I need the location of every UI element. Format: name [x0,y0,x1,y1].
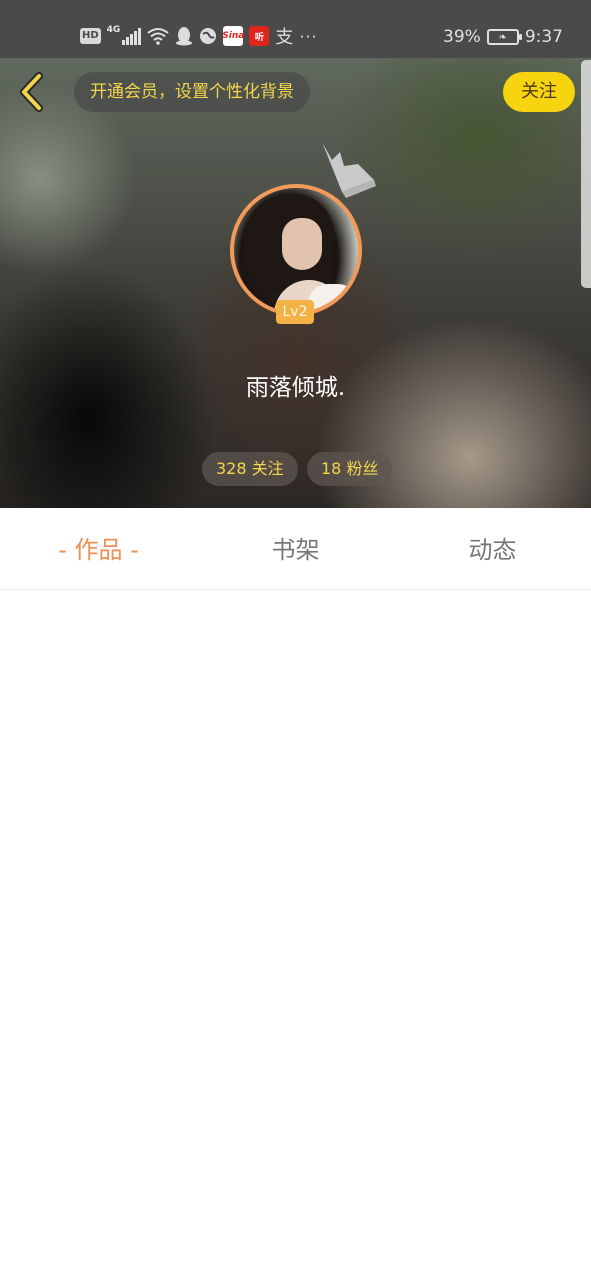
back-button[interactable] [10,70,54,114]
qq-icon [176,27,193,46]
hd-icon: HD [80,28,101,44]
fans-count[interactable]: 18 粉丝 [307,452,393,486]
tab-moments[interactable]: 动态 [394,510,591,590]
signal-icon [122,27,142,45]
profile-tabs: - 作品 - 书架 动态 [0,510,591,590]
level-badge: Lv2 [276,300,314,324]
network-type-label: 4G [106,25,121,35]
battery-percent: 39% [443,27,481,47]
scroll-handle[interactable] [581,60,591,288]
follow-button[interactable]: 关注 [503,72,575,112]
vip-background-prompt[interactable]: 开通会员，设置个性化背景 [74,72,310,112]
chevron-left-icon [20,72,43,112]
avatar[interactable] [230,184,362,316]
avatar-container[interactable] [230,184,362,316]
alipay-icon: 支 [275,27,294,48]
wifi-icon [147,28,169,45]
tab-bookshelf[interactable]: 书架 [197,510,394,590]
profile-header: 开通会员，设置个性化背景 关注 Lv2 雨落倾城. 328 关注 18 粉丝 [0,58,591,508]
ting-icon: 听 [249,26,270,46]
browser-icon [200,28,217,44]
following-count[interactable]: 328 关注 [202,452,298,486]
tab-works[interactable]: - 作品 - [0,510,197,590]
clock: 9:37 [524,27,563,47]
username: 雨落倾城. [245,375,346,401]
tab-content-area [0,591,591,1280]
battery-icon: ❧ [486,29,522,45]
status-right: 39% ❧ 9:37 [443,24,563,50]
status-icons: HD 4G Sina 听 支 ··· [80,25,318,48]
more-icon: ··· [299,26,318,46]
status-bar: HD 4G Sina 听 支 ··· 39% ❧ 9:37 [0,0,591,58]
sina-icon: Sina [222,26,244,46]
